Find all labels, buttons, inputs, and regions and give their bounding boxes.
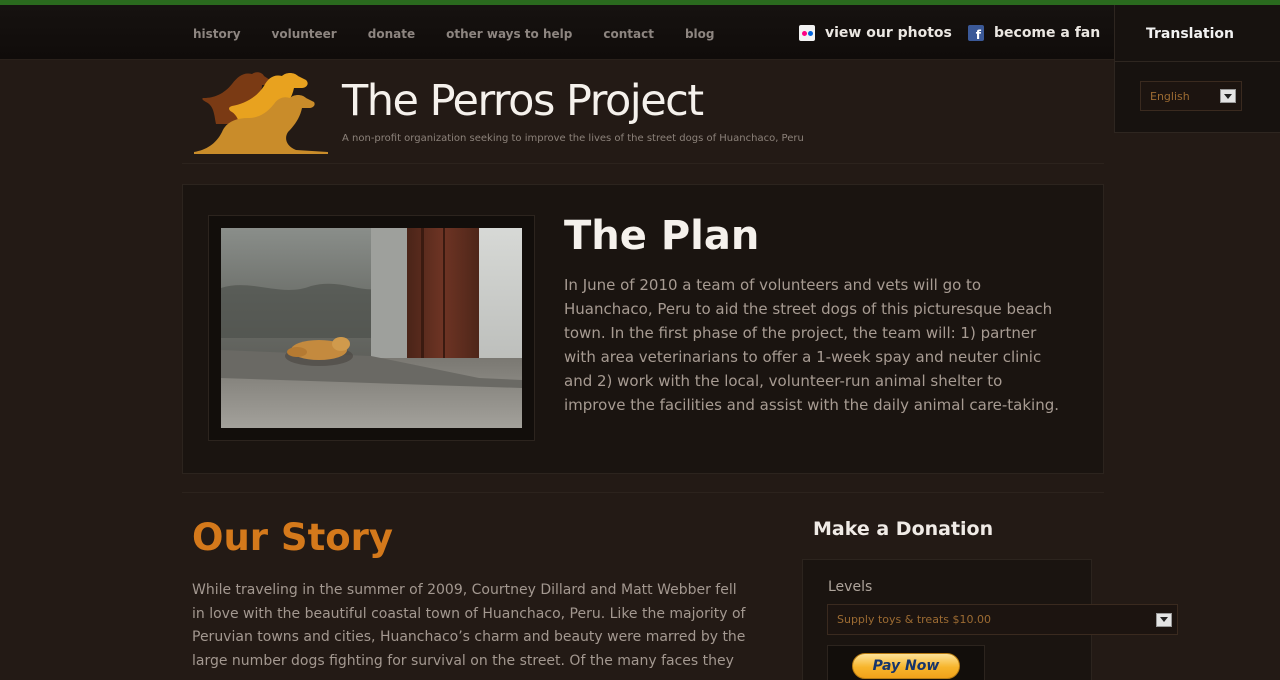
nav-item-other-ways-to-help[interactable]: other ways to help [446, 27, 572, 41]
nav-item-blog[interactable]: blog [685, 27, 715, 41]
plan-title: The Plan [564, 213, 760, 259]
view-photos-link[interactable]: view our photos [799, 25, 952, 41]
story-title: Our Story [192, 516, 394, 559]
content-divider [182, 492, 1104, 493]
view-photos-label: view our photos [825, 25, 952, 41]
street-dog-photo [221, 228, 522, 428]
pay-now-frame: Pay Now [827, 645, 985, 680]
site-title[interactable]: The Perros Project [342, 76, 704, 126]
levels-label: Levels [828, 579, 873, 595]
become-fan-link[interactable]: f become a fan [968, 25, 1100, 41]
donation-title: Make a Donation [813, 518, 994, 540]
pay-now-button[interactable]: Pay Now [852, 653, 960, 679]
chevron-down-icon[interactable] [1156, 612, 1172, 627]
header-divider [182, 163, 1104, 164]
donation-level-select[interactable]: Supply toys & treats $10.00 [827, 604, 1178, 635]
main-nav: history volunteer donate other ways to h… [193, 27, 746, 41]
facebook-icon: f [968, 25, 984, 41]
translation-divider [1115, 61, 1280, 62]
translation-panel: Translation English [1114, 5, 1280, 133]
nav-item-volunteer[interactable]: volunteer [272, 27, 337, 41]
translation-title: Translation [1146, 26, 1234, 42]
dogs-logo-icon[interactable] [192, 68, 330, 154]
top-navigation-bar: history volunteer donate other ways to h… [0, 5, 1280, 60]
site-tagline: A non-profit organization seeking to imp… [342, 133, 804, 144]
nav-item-donate[interactable]: donate [368, 27, 415, 41]
plan-photo-frame [208, 215, 535, 441]
nav-item-history[interactable]: history [193, 27, 241, 41]
story-text: While traveling in the summer of 2009, C… [192, 582, 746, 680]
donation-level-value: Supply toys & treats $10.00 [837, 613, 991, 626]
flickr-icon [799, 25, 815, 41]
plan-section: The Plan In June of 2010 a team of volun… [182, 184, 1104, 474]
chevron-down-icon[interactable] [1220, 89, 1236, 103]
nav-item-contact[interactable]: contact [603, 27, 654, 41]
plan-text: In June of 2010 a team of volunteers and… [564, 276, 1060, 414]
language-select-value: English [1150, 89, 1190, 103]
language-select[interactable]: English [1140, 81, 1242, 111]
become-fan-label: become a fan [994, 25, 1101, 41]
